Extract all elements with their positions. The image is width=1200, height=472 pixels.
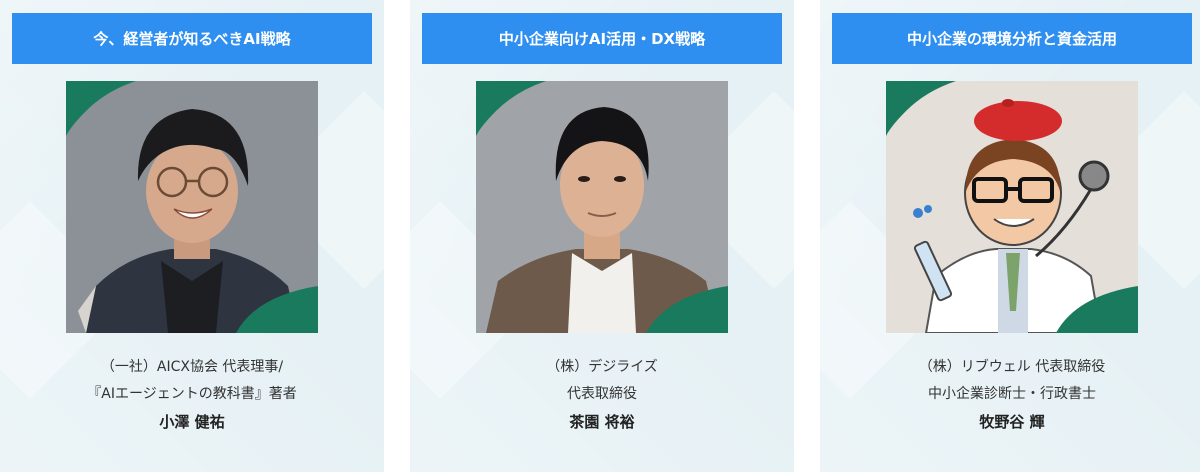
card-title: 中小企業の環境分析と資金活用 xyxy=(832,13,1192,64)
speaker-affiliation: （株）リブウェル 代表取締役 xyxy=(918,359,1106,375)
speaker-name: 小澤 健祐 xyxy=(159,413,225,431)
speaker-role: 代表取締役 xyxy=(567,386,637,402)
speaker-name: 茶園 将裕 xyxy=(569,413,635,431)
card-title: 今、経営者が知るべきAI戦略 xyxy=(12,13,372,64)
speaker-card-2: 中小企業向けAI活用・DX戦略 （株）デジライズ 代表取締役 茶園 将裕 xyxy=(410,0,794,472)
card-title: 中小企業向けAI活用・DX戦略 xyxy=(422,13,782,64)
speaker-affiliation: （一社）AICX協会 代表理事/ xyxy=(100,359,284,375)
speaker-photo xyxy=(476,81,728,333)
speaker-qualification: 中小企業診断士・行政書士 xyxy=(928,386,1096,402)
speaker-name: 牧野谷 輝 xyxy=(979,413,1045,431)
speaker-card-1: 今、経営者が知るべきAI戦略 （一社）AICX協会 代表理事/ 『AIエージェン… xyxy=(0,0,384,472)
speaker-illustration xyxy=(886,81,1138,333)
speaker-card-3: 中小企業の環境分析と資金活用 （株）リブウェル 代表取締役 中小企業診断士・行政… xyxy=(820,0,1200,472)
speaker-photo xyxy=(66,81,318,333)
speaker-role: 『AIエージェントの教科書』著者 xyxy=(87,386,297,402)
speaker-affiliation: （株）デジライズ xyxy=(546,359,658,375)
